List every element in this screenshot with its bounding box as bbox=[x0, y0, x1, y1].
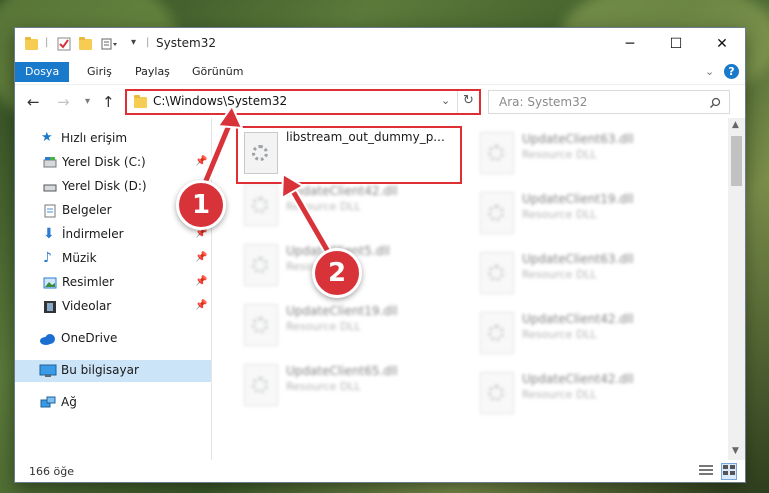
annotation-marker-1: 1 bbox=[176, 180, 226, 230]
annotation-arrows bbox=[195, 103, 338, 265]
annotation-marker-2: 2 bbox=[312, 248, 362, 298]
